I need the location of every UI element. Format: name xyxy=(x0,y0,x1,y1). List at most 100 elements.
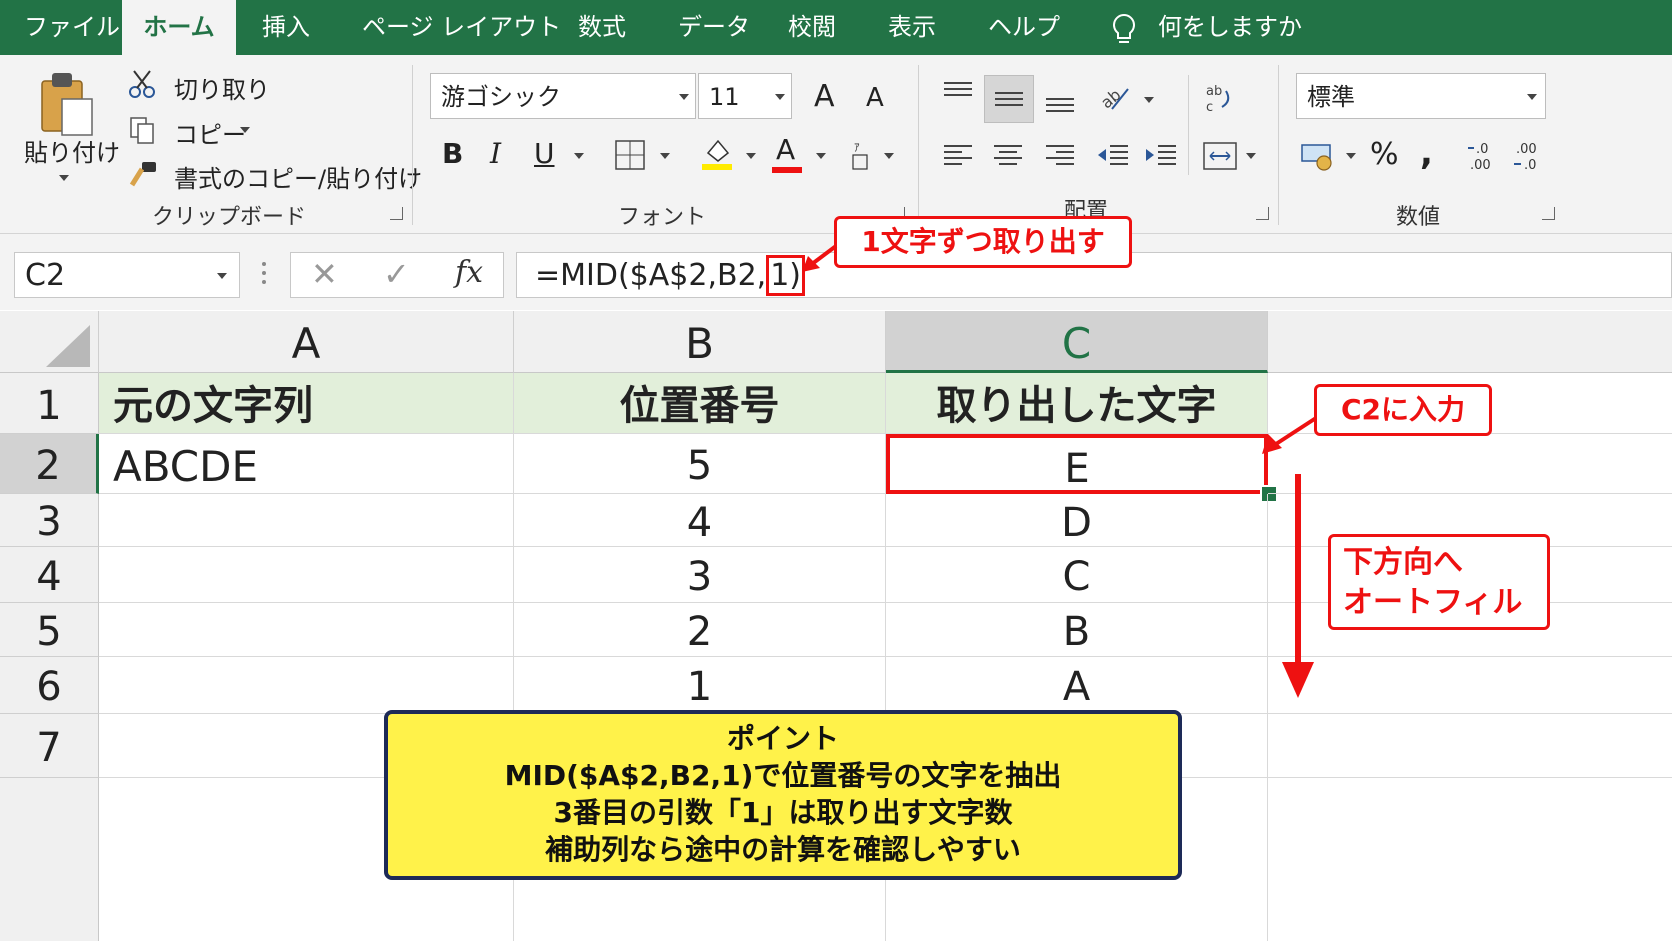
align-right-icon[interactable] xyxy=(1044,143,1076,169)
decrease-indent-icon[interactable] xyxy=(1096,143,1130,169)
cell-c4[interactable]: C xyxy=(886,547,1268,603)
cell-c2-selected[interactable]: E xyxy=(886,434,1268,494)
cell-b3[interactable]: 4 xyxy=(514,494,886,547)
grow-font-button[interactable]: A xyxy=(814,79,835,114)
align-middle-icon xyxy=(995,92,1023,106)
paste-icon[interactable] xyxy=(38,69,98,139)
borders-dropdown-caret[interactable] xyxy=(660,153,670,159)
cell-b4[interactable]: 3 xyxy=(514,547,886,603)
cell-c1[interactable]: 取り出した文字 xyxy=(886,373,1268,434)
cell-d7[interactable] xyxy=(1268,714,1672,778)
increase-decimal-icon[interactable]: .0 .00 xyxy=(1466,139,1500,173)
align-top-icon[interactable] xyxy=(942,79,974,103)
align-center-icon[interactable] xyxy=(992,143,1024,169)
tab-insert[interactable]: 挿入 xyxy=(262,0,310,55)
tab-page-layout[interactable]: ページ レイアウト xyxy=(362,0,561,55)
format-painter-icon[interactable] xyxy=(128,159,160,189)
separator xyxy=(1188,75,1189,175)
row-header-3[interactable]: 3 xyxy=(0,494,99,547)
percent-style-button[interactable]: % xyxy=(1370,137,1399,172)
decrease-decimal-icon[interactable]: .00 .0 xyxy=(1512,139,1546,173)
row-header-5[interactable]: 5 xyxy=(0,603,99,657)
tab-view[interactable]: 表示 xyxy=(888,0,936,55)
cell-a2[interactable]: ABCDE xyxy=(99,434,514,494)
phonetic-dropdown-caret[interactable] xyxy=(884,153,894,159)
currency-format-icon[interactable] xyxy=(1300,141,1338,173)
orientation-icon[interactable]: ab xyxy=(1098,81,1132,113)
format-painter-button[interactable]: 書式のコピー/貼り付け xyxy=(174,159,422,194)
column-header-d[interactable] xyxy=(1268,311,1672,373)
wrap-text-icon[interactable]: ab c xyxy=(1204,81,1234,115)
italic-button[interactable]: I xyxy=(490,137,501,170)
tab-home[interactable]: ホーム xyxy=(122,0,236,55)
cell-a1[interactable]: 元の文字列 xyxy=(99,373,514,434)
row-header-4[interactable]: 4 xyxy=(0,547,99,603)
row-header-8[interactable] xyxy=(0,778,99,941)
row-header-6[interactable]: 6 xyxy=(0,657,99,714)
paste-button-label[interactable]: 貼り付け xyxy=(24,133,120,168)
alignment-launcher[interactable] xyxy=(1256,207,1269,220)
cell-c5[interactable]: B xyxy=(886,603,1268,657)
tab-formulas[interactable]: 数式 xyxy=(578,0,626,55)
bold-button[interactable]: B xyxy=(442,137,463,170)
cell-a3[interactable] xyxy=(99,494,514,547)
cell-c6[interactable]: A xyxy=(886,657,1268,714)
cell-d6[interactable] xyxy=(1268,657,1672,714)
fill-color-icon[interactable] xyxy=(700,135,734,171)
cell-b2[interactable]: 5 xyxy=(514,434,886,494)
merge-center-icon[interactable] xyxy=(1202,141,1238,171)
number-format-select[interactable]: 標準 xyxy=(1296,73,1546,119)
tab-review[interactable]: 校閲 xyxy=(788,0,836,55)
tab-data[interactable]: データ xyxy=(678,0,750,55)
phonetic-guide-icon[interactable]: ｱ xyxy=(850,139,872,171)
cell-a4[interactable] xyxy=(99,547,514,603)
font-name-select[interactable]: 游ゴシック xyxy=(430,73,696,119)
font-color-button[interactable]: A xyxy=(776,133,795,166)
font-color-dropdown-caret[interactable] xyxy=(816,153,826,159)
font-size-select[interactable]: 11 xyxy=(698,73,792,119)
borders-icon[interactable] xyxy=(614,139,646,171)
cell-b6[interactable]: 1 xyxy=(514,657,886,714)
clipboard-launcher[interactable] xyxy=(390,207,403,220)
cancel-icon[interactable]: ✕ xyxy=(311,255,338,293)
fill-color-dropdown-caret[interactable] xyxy=(746,153,756,159)
align-middle-button[interactable] xyxy=(984,75,1034,123)
copy-icon[interactable] xyxy=(128,115,156,145)
align-bottom-icon[interactable] xyxy=(1044,91,1076,115)
scissors-icon[interactable] xyxy=(128,69,156,99)
insert-function-button[interactable]: fx xyxy=(455,255,483,290)
row-header-1[interactable]: 1 xyxy=(0,373,99,434)
column-header-c[interactable]: C xyxy=(886,311,1268,373)
tell-me-search[interactable]: 何をしますか xyxy=(1158,0,1302,55)
underline-button[interactable]: U xyxy=(534,137,555,170)
number-launcher[interactable] xyxy=(1542,207,1555,220)
underline-dropdown-caret[interactable] xyxy=(574,153,584,159)
copy-button[interactable]: コピー xyxy=(174,115,246,150)
formula-bar-splitter[interactable] xyxy=(262,262,266,288)
copy-dropdown-caret[interactable] xyxy=(240,127,250,133)
comma-style-button[interactable]: , xyxy=(1420,133,1433,173)
svg-text:.0: .0 xyxy=(1524,158,1536,173)
cell-a6[interactable] xyxy=(99,657,514,714)
currency-dropdown-caret[interactable] xyxy=(1346,153,1356,159)
orientation-dropdown-caret[interactable] xyxy=(1144,97,1154,103)
row-header-7[interactable]: 7 xyxy=(0,714,99,778)
shrink-font-button[interactable]: A xyxy=(866,83,884,113)
tab-help[interactable]: ヘルプ xyxy=(988,0,1060,55)
cell-a5[interactable] xyxy=(99,603,514,657)
paste-dropdown-caret[interactable] xyxy=(59,175,69,181)
column-header-b[interactable]: B xyxy=(514,311,886,373)
column-header-a[interactable]: A xyxy=(99,311,514,373)
align-left-icon[interactable] xyxy=(942,143,974,169)
row-header-2[interactable]: 2 xyxy=(0,434,99,494)
select-all-corner[interactable] xyxy=(0,311,99,373)
cell-b5[interactable]: 2 xyxy=(514,603,886,657)
cell-c3[interactable]: D xyxy=(886,494,1268,547)
enter-icon[interactable]: ✓ xyxy=(383,255,410,293)
name-box[interactable]: C2 xyxy=(14,252,240,298)
increase-indent-icon[interactable] xyxy=(1144,143,1178,169)
merge-dropdown-caret[interactable] xyxy=(1246,153,1256,159)
tab-file[interactable]: ファイル xyxy=(24,0,120,55)
cut-button[interactable]: 切り取り xyxy=(174,70,270,105)
cell-b1[interactable]: 位置番号 xyxy=(514,373,886,434)
